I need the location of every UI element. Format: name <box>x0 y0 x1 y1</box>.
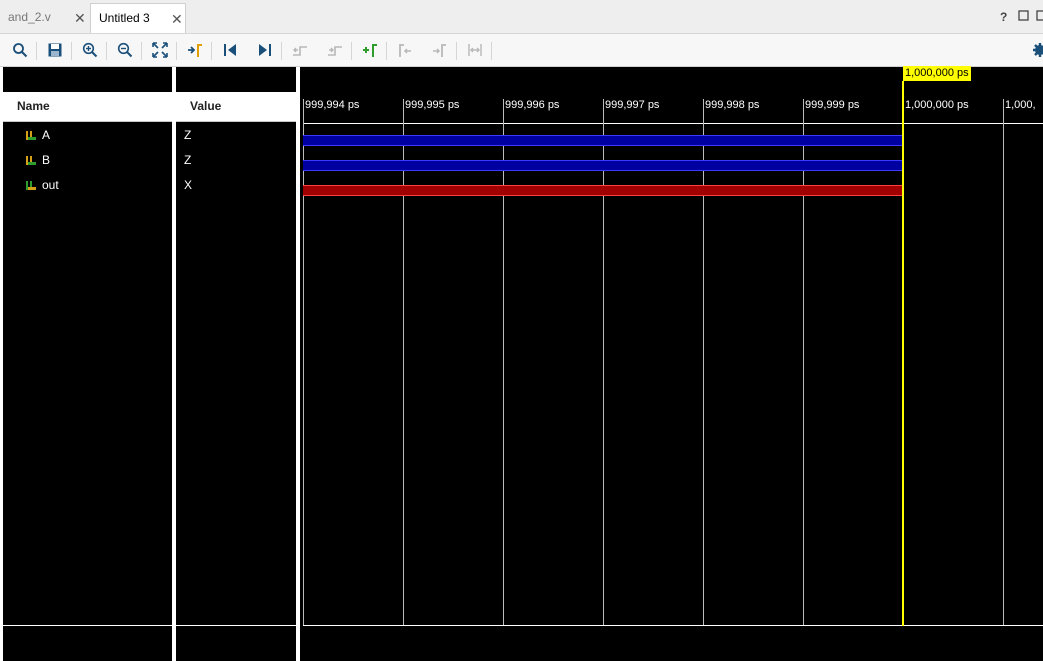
signal-value: Z <box>184 128 192 142</box>
grid-line <box>603 99 604 626</box>
signal-name: B <box>42 153 51 167</box>
restore-icon[interactable] <box>1036 10 1043 24</box>
tab-bar: and_2.v ✕ Untitled 3 ✕ ? <box>0 0 1043 34</box>
signal-icon <box>26 131 36 140</box>
waveform-b[interactable] <box>303 160 903 171</box>
zoom-in-icon[interactable] <box>80 40 100 60</box>
column-divider[interactable] <box>172 67 176 661</box>
signal-icon <box>26 181 36 190</box>
previous-transition-icon[interactable] <box>290 40 310 60</box>
waveform-out[interactable] <box>303 185 903 196</box>
go-to-end-icon[interactable] <box>255 40 275 60</box>
zoom-fit-icon[interactable] <box>150 40 170 60</box>
close-icon[interactable]: ✕ <box>171 5 183 33</box>
tick-label: 1,000,000 ps <box>905 99 969 111</box>
waveform-a[interactable] <box>303 135 903 146</box>
cursor-time-label[interactable]: 1,000,000 ps <box>903 66 971 81</box>
tick-label: 999,996 ps <box>505 99 560 111</box>
grid-line <box>1003 99 1004 626</box>
ruler-baseline <box>303 123 1043 124</box>
bottom-separator <box>303 625 1043 626</box>
name-column-header[interactable]: Name <box>3 92 172 122</box>
toolbar <box>0 34 1043 67</box>
bottom-separator <box>176 625 296 626</box>
next-marker-icon[interactable] <box>430 40 450 60</box>
tick-label: 999,999 ps <box>805 99 860 111</box>
bottom-separator <box>3 625 172 626</box>
tick-label: 999,995 ps <box>405 99 460 111</box>
settings-icon[interactable] <box>1030 40 1043 60</box>
save-icon[interactable] <box>45 40 65 60</box>
tab-untitled-3[interactable]: Untitled 3 ✕ <box>90 3 186 33</box>
swap-cursors-icon[interactable] <box>465 40 485 60</box>
tab-label: Untitled 3 <box>99 11 150 25</box>
go-to-cursor-icon[interactable] <box>185 40 205 60</box>
tab-label: and_2.v <box>8 10 51 24</box>
signal-name: out <box>42 178 59 192</box>
next-transition-icon[interactable] <box>325 40 345 60</box>
grid-line <box>403 99 404 626</box>
maximize-icon[interactable] <box>1018 10 1029 24</box>
tick-label: 999,997 ps <box>605 99 660 111</box>
add-marker-icon[interactable] <box>360 40 380 60</box>
waveform-pane[interactable] <box>300 67 1043 661</box>
zoom-out-icon[interactable] <box>115 40 135 60</box>
tick-label: 1,000, <box>1005 99 1036 111</box>
tick-label: 999,998 ps <box>705 99 760 111</box>
signal-icon <box>26 156 36 165</box>
tick-label: 999,994 ps <box>305 99 360 111</box>
help-icon[interactable]: ? <box>1000 10 1007 24</box>
signal-row-a[interactable]: A <box>3 124 172 146</box>
tab-and-2-v[interactable]: and_2.v ✕ <box>0 3 90 33</box>
signal-row-out[interactable]: out <box>3 174 172 196</box>
grid-line <box>303 99 304 626</box>
signal-name: A <box>42 128 51 142</box>
previous-marker-icon[interactable] <box>395 40 415 60</box>
signal-row-b[interactable]: B <box>3 149 172 171</box>
value-column-header[interactable]: Value <box>176 92 296 122</box>
grid-line <box>803 99 804 626</box>
close-icon[interactable]: ✕ <box>74 4 86 32</box>
time-cursor[interactable] <box>902 81 904 626</box>
grid-line <box>503 99 504 626</box>
signal-value: Z <box>184 153 192 167</box>
search-icon[interactable] <box>10 40 30 60</box>
go-to-start-icon[interactable] <box>220 40 240 60</box>
signal-value: X <box>184 178 193 192</box>
grid-line <box>703 99 704 626</box>
